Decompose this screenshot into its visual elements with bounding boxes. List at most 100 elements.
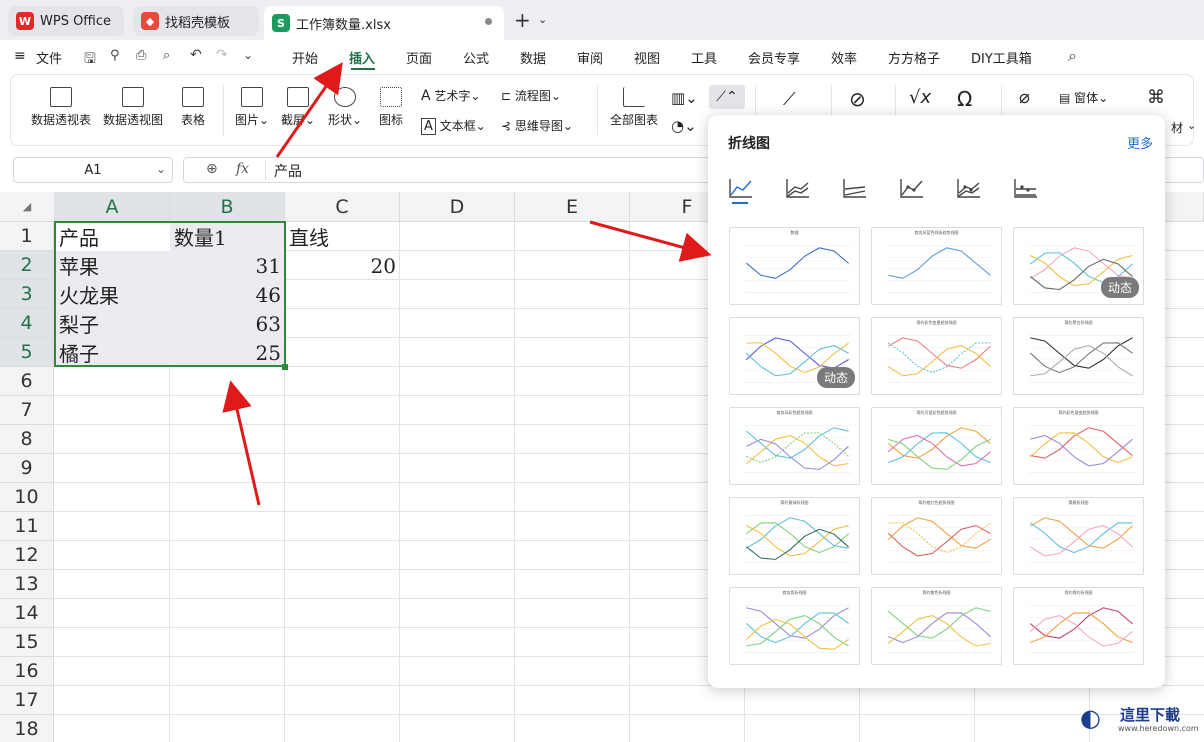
textbox-button[interactable]: A 文本框⌄ <box>421 117 497 135</box>
row-header-17[interactable]: 17 <box>0 686 54 715</box>
line-chart-dropdown-button[interactable]: ⟋⌃ <box>709 85 745 109</box>
tab-list-chevron-icon[interactable]: ⌄ <box>538 13 547 26</box>
print-preview-icon[interactable]: ⌕ <box>163 48 170 63</box>
cell-a1[interactable]: 产品 <box>55 222 170 251</box>
chart-template-13[interactable]: 商务简折线图 <box>729 587 860 665</box>
chart-template-4[interactable]: 动态 <box>729 317 860 395</box>
cell-c2[interactable]: 20 <box>285 251 400 280</box>
cell-b4[interactable]: 63 <box>170 309 285 338</box>
row-header-10[interactable]: 10 <box>0 483 54 512</box>
row-header-2[interactable]: 2 <box>0 251 54 280</box>
form-button[interactable]: ▤ 窗体⌄ <box>1059 89 1119 106</box>
mindmap-button[interactable]: ⊰ 思维导图⌄ <box>501 117 587 134</box>
column-header-a[interactable]: A <box>55 192 170 222</box>
row-header-11[interactable]: 11 <box>0 512 54 541</box>
menu-view[interactable]: 视图 <box>634 48 660 67</box>
screenshot-button[interactable]: 截屏⌄ <box>279 87 317 128</box>
cell-b1[interactable]: 数量1 <box>170 222 285 251</box>
chart-template-5[interactable]: 简约彩色变更趋势线图 <box>871 317 1002 395</box>
line-subtype-stacked-markers-icon[interactable] <box>956 177 982 199</box>
cell-a2[interactable]: 苹果 <box>55 251 170 280</box>
material-chevron-icon[interactable]: ⌄ <box>1187 119 1196 132</box>
cell-b5[interactable]: 25 <box>170 338 285 367</box>
cell-c1[interactable]: 直线 <box>285 222 400 251</box>
search-icon[interactable]: ⌕ <box>1068 46 1077 66</box>
menu-home[interactable]: 开始 <box>292 48 318 67</box>
row-header-7[interactable]: 7 <box>0 396 54 425</box>
chart-template-3[interactable]: 动态 <box>1013 227 1144 305</box>
line-subtype-percent-markers-icon[interactable] <box>1013 177 1039 199</box>
menu-data[interactable]: 数据 <box>520 48 546 67</box>
menu-file[interactable]: 文件 <box>36 48 62 67</box>
chart-template-8[interactable]: 简约可爱彩色趋势线图 <box>871 407 1002 485</box>
chart-template-9[interactable]: 简约彩色渐变趋势线图 <box>1013 407 1144 485</box>
row-header-3[interactable]: 3 <box>0 280 54 309</box>
line-subtype-percent-icon[interactable] <box>842 177 868 199</box>
icon-button[interactable]: 图标 <box>375 87 407 128</box>
row-header-16[interactable]: 16 <box>0 657 54 686</box>
print-icon[interactable]: ⎙ <box>136 48 146 63</box>
material-icon[interactable]: ⌘ <box>1147 87 1165 108</box>
symbol-omega-icon[interactable]: Ω <box>957 87 972 111</box>
menu-efficiency[interactable]: 效率 <box>831 48 857 67</box>
row-header-14[interactable]: 14 <box>0 599 54 628</box>
fx-icon[interactable]: fx <box>236 161 249 177</box>
zoom-icon[interactable]: ⊕ <box>206 161 218 177</box>
tab-wps-office[interactable]: W WPS Office <box>8 6 124 36</box>
row-header-5[interactable]: 5 <box>0 338 54 367</box>
hyperlink-icon[interactable]: ⊘ <box>849 87 866 111</box>
name-box[interactable]: A1 ⌄ <box>13 157 173 183</box>
cell-b2[interactable]: 31 <box>170 251 285 280</box>
cell-b3[interactable]: 46 <box>170 280 285 309</box>
chart-template-2[interactable]: 商务风蓝色线条趋势线图 <box>871 227 1002 305</box>
wordart-button[interactable]: A 艺术字⌄ <box>421 87 491 104</box>
row-header-1[interactable]: 1 <box>0 222 54 251</box>
chart-template-12[interactable]: 素雅折线图 <box>1013 497 1144 575</box>
row-header-18[interactable]: 18 <box>0 715 54 742</box>
share-icon[interactable]: ⚲ <box>110 48 120 63</box>
row-header-13[interactable]: 13 <box>0 570 54 599</box>
row-header-4[interactable]: 4 <box>0 309 54 338</box>
equation-icon[interactable]: √x <box>909 87 931 108</box>
column-header-d[interactable]: D <box>400 192 515 222</box>
chart-template-1[interactable]: 数据 <box>729 227 860 305</box>
cell-a5[interactable]: 橘子 <box>55 338 170 367</box>
row-header-15[interactable]: 15 <box>0 628 54 657</box>
cell-a4[interactable]: 梨子 <box>55 309 170 338</box>
pivot-chart-button[interactable]: 数据透视图 <box>101 87 165 128</box>
pivot-table-button[interactable]: 数据透视表 <box>29 87 93 128</box>
all-charts-button[interactable]: 全部图表 <box>607 87 661 128</box>
shape-button[interactable]: 形状⌄ <box>325 87 365 128</box>
select-all-corner-icon[interactable]: ◢ <box>0 192 55 222</box>
column-header-c[interactable]: C <box>285 192 400 222</box>
chart-template-15[interactable]: 简约简约折线图 <box>1013 587 1144 665</box>
line-subtype-markers-icon[interactable] <box>899 177 925 199</box>
row-header-9[interactable]: 9 <box>0 454 54 483</box>
chart-template-10[interactable]: 简约黄绿折线图 <box>729 497 860 575</box>
column-chart-icon[interactable]: ▥⌄ <box>671 89 698 107</box>
column-header-e[interactable]: E <box>515 192 630 222</box>
menu-member[interactable]: 会员专享 <box>748 48 800 67</box>
chart-template-11[interactable]: 简约橙红色趋势线图 <box>871 497 1002 575</box>
table-button[interactable]: 表格 <box>175 87 211 128</box>
hamburger-icon[interactable]: ≡ <box>14 48 26 64</box>
name-box-chevron-icon[interactable]: ⌄ <box>156 162 166 176</box>
row-header-6[interactable]: 6 <box>0 367 54 396</box>
chart-template-6[interactable]: 简约黑白折线图 <box>1013 317 1144 395</box>
row-header-8[interactable]: 8 <box>0 425 54 454</box>
attachment-icon[interactable]: ⌀ <box>1019 87 1030 108</box>
pie-chart-icon[interactable]: ◔⌄ <box>671 117 697 135</box>
redo-icon[interactable]: ↷ <box>216 47 228 63</box>
menu-fangfang[interactable]: 方方格子 <box>888 48 940 67</box>
undo-icon[interactable]: ↶ <box>190 47 202 63</box>
chart-template-7[interactable]: 商务风彩色趋势线图 <box>729 407 860 485</box>
more-link[interactable]: 更多 <box>1127 133 1153 152</box>
tab-templates[interactable]: ◆ 找稻壳模板 <box>133 6 259 36</box>
quick-access-chevron-icon[interactable]: ⌄ <box>243 48 253 62</box>
menu-tools[interactable]: 工具 <box>691 48 717 67</box>
sparkline-icon[interactable]: ⟋ <box>783 89 796 110</box>
flowchart-button[interactable]: ⊏ 流程图⌄ <box>501 87 575 104</box>
column-header-b[interactable]: B <box>170 192 285 222</box>
row-header-12[interactable]: 12 <box>0 541 54 570</box>
menu-page[interactable]: 页面 <box>406 48 432 67</box>
